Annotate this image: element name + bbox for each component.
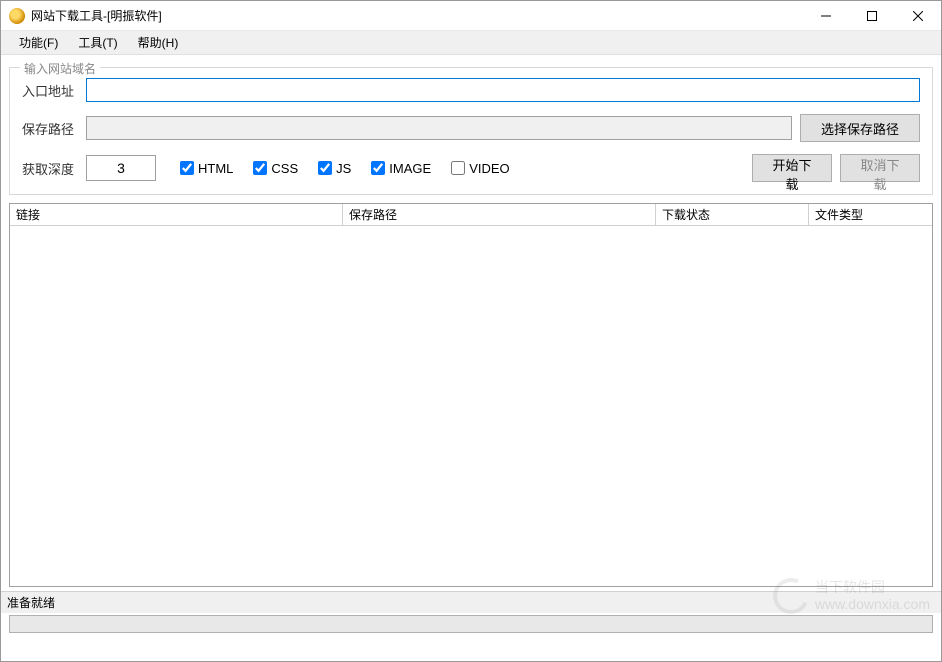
- depth-label: 获取深度: [22, 159, 86, 178]
- menu-function[interactable]: 功能(F): [9, 32, 68, 53]
- checkbox-html-label: HTML: [198, 161, 233, 176]
- options-row: 获取深度 HTML CSS JS IMAGE: [22, 154, 920, 182]
- checkbox-image-label: IMAGE: [389, 161, 431, 176]
- checkbox-video[interactable]: VIDEO: [451, 161, 509, 176]
- col-status[interactable]: 下载状态: [656, 204, 809, 225]
- url-row: 入口地址: [22, 78, 920, 102]
- checkbox-js-label: JS: [336, 161, 351, 176]
- checkbox-image-input[interactable]: [371, 161, 385, 175]
- checkbox-html[interactable]: HTML: [180, 161, 233, 176]
- col-savepath[interactable]: 保存路径: [343, 204, 656, 225]
- content-area: 输入网站域名 入口地址 保存路径 选择保存路径 获取深度 HTML CSS: [1, 55, 941, 591]
- checkbox-css-label: CSS: [271, 161, 298, 176]
- progressbar: [9, 615, 933, 633]
- checkbox-video-input[interactable]: [451, 161, 465, 175]
- menubar: 功能(F) 工具(T) 帮助(H): [1, 31, 941, 55]
- maximize-button[interactable]: [849, 1, 895, 31]
- col-link[interactable]: 链接: [10, 204, 343, 225]
- groupbox-legend: 输入网站域名: [20, 60, 100, 77]
- app-icon: [9, 8, 25, 24]
- checkbox-image[interactable]: IMAGE: [371, 161, 431, 176]
- status-text: 准备就绪: [7, 594, 55, 611]
- window-title: 网站下载工具-[明振软件]: [31, 7, 162, 24]
- close-button[interactable]: [895, 1, 941, 31]
- table-header: 链接 保存路径 下载状态 文件类型: [10, 204, 932, 226]
- col-filetype[interactable]: 文件类型: [809, 204, 932, 225]
- checkbox-group: HTML CSS JS IMAGE VIDEO: [180, 161, 510, 176]
- checkbox-js[interactable]: JS: [318, 161, 351, 176]
- titlebar: 网站下载工具-[明振软件]: [1, 1, 941, 31]
- action-buttons: 开始下载 取消下载: [752, 154, 920, 182]
- minimize-button[interactable]: [803, 1, 849, 31]
- download-table[interactable]: 链接 保存路径 下载状态 文件类型: [9, 203, 933, 587]
- checkbox-css[interactable]: CSS: [253, 161, 298, 176]
- menu-help[interactable]: 帮助(H): [128, 32, 189, 53]
- cancel-download-button[interactable]: 取消下载: [840, 154, 920, 182]
- menu-tools[interactable]: 工具(T): [68, 32, 127, 53]
- statusbar: 准备就绪: [1, 591, 941, 613]
- checkbox-html-input[interactable]: [180, 161, 194, 175]
- url-input[interactable]: [86, 78, 920, 102]
- start-download-button[interactable]: 开始下载: [752, 154, 832, 182]
- input-groupbox: 输入网站域名 入口地址 保存路径 选择保存路径 获取深度 HTML CSS: [9, 67, 933, 195]
- savepath-row: 保存路径 选择保存路径: [22, 114, 920, 142]
- savepath-input[interactable]: [86, 116, 792, 140]
- checkbox-video-label: VIDEO: [469, 161, 509, 176]
- checkbox-css-input[interactable]: [253, 161, 267, 175]
- savepath-label: 保存路径: [22, 119, 86, 138]
- depth-input[interactable]: [86, 155, 156, 181]
- url-label: 入口地址: [22, 81, 86, 100]
- select-path-button[interactable]: 选择保存路径: [800, 114, 920, 142]
- checkbox-js-input[interactable]: [318, 161, 332, 175]
